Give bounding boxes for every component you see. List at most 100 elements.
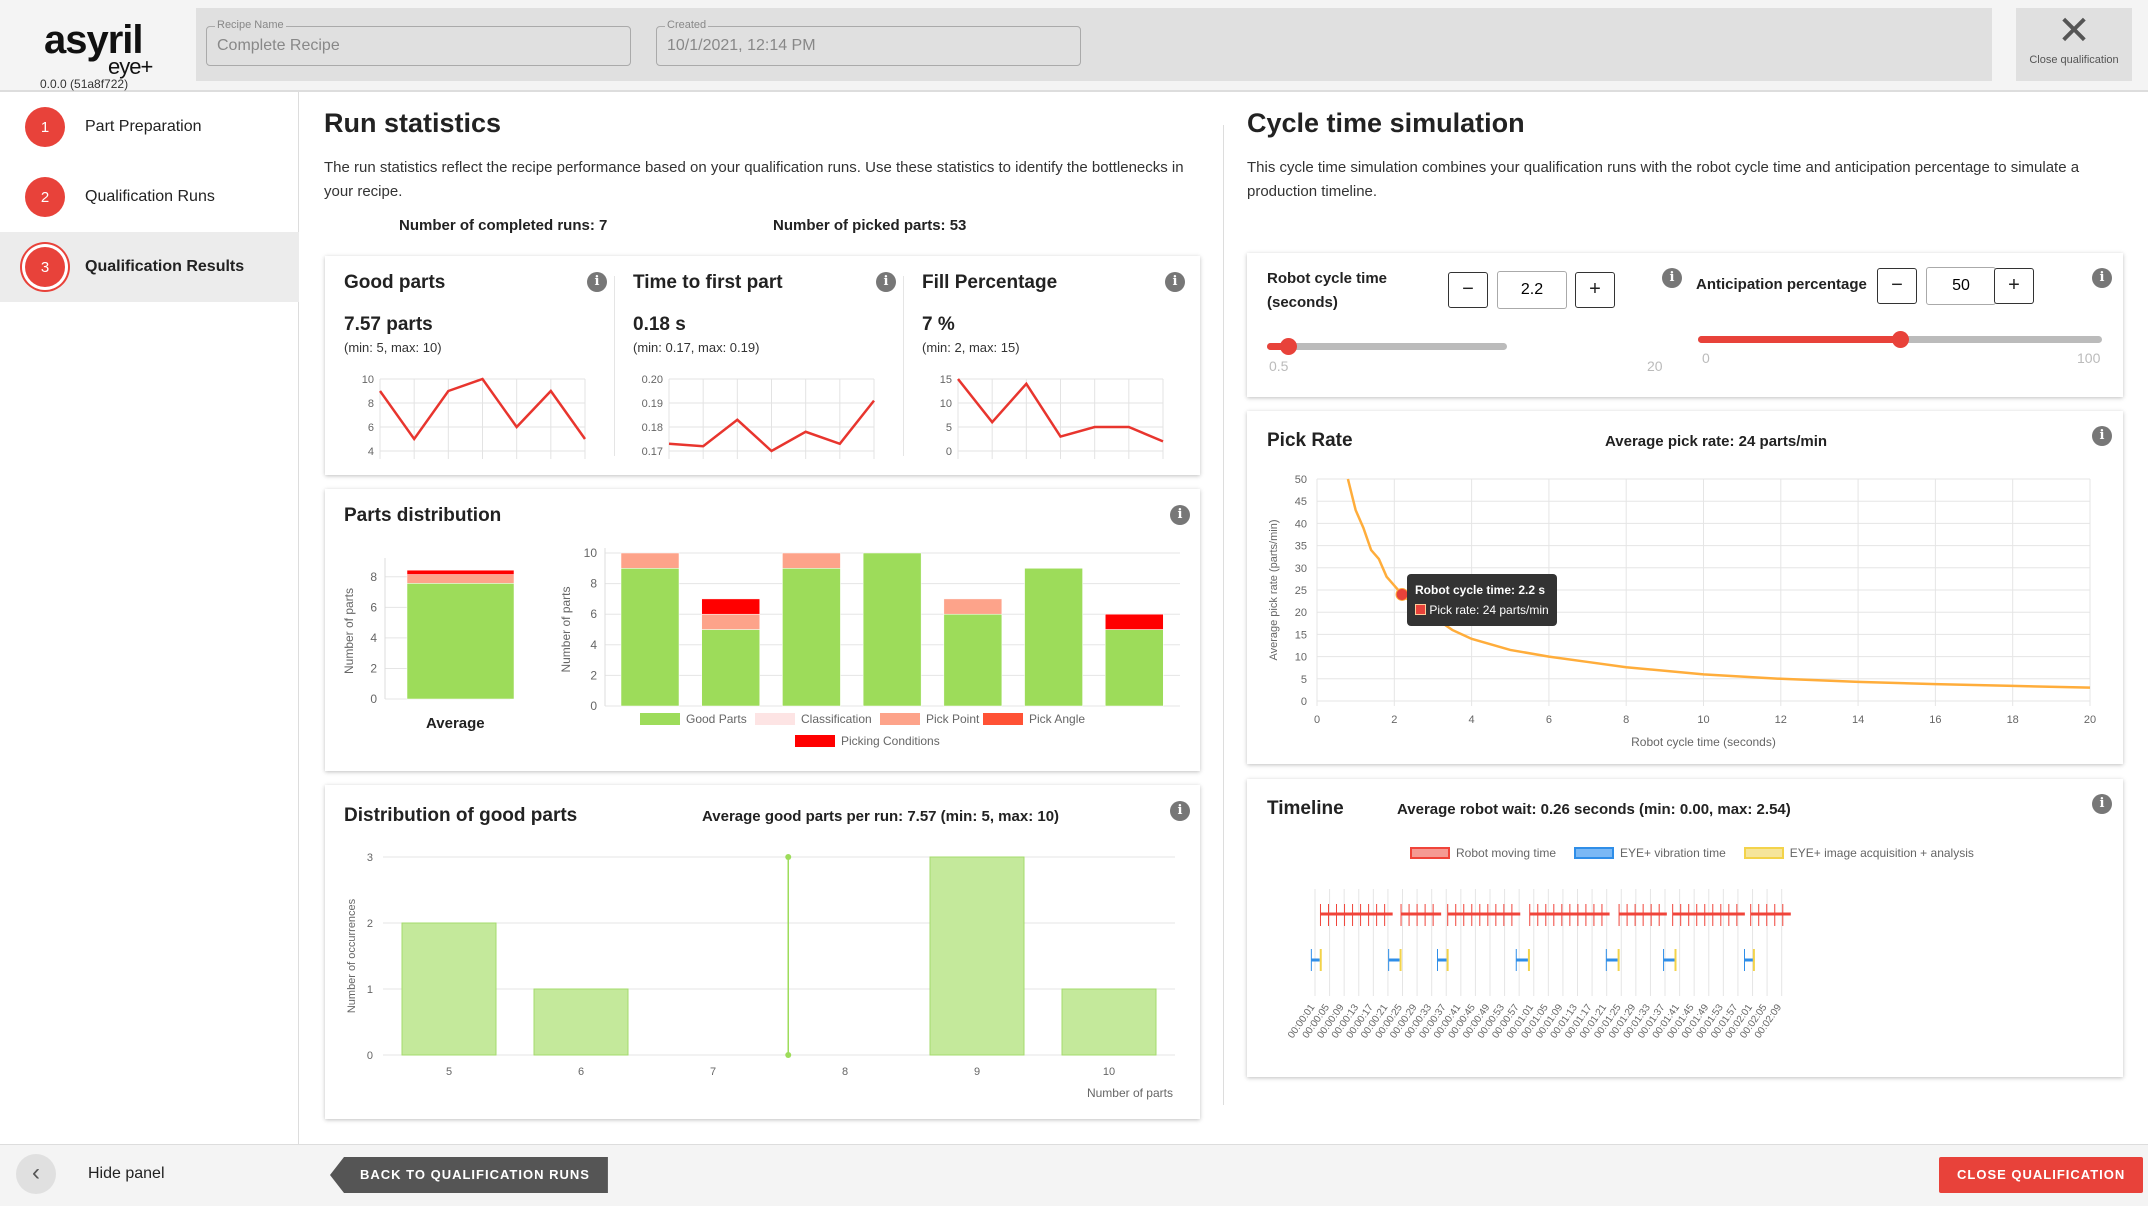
legend-swatch <box>640 713 680 725</box>
recipe-info-bar: Recipe Name Complete Recipe Created 10/1/2… <box>196 8 1992 81</box>
run-statistics-title: Run statistics <box>324 108 502 138</box>
histogram-bar <box>401 922 497 1056</box>
robot-cycle-label: Robot cycle time (seconds) <box>1267 270 1388 311</box>
step-number: 2 <box>25 177 65 217</box>
good-distribution-summary: Average good parts per run: 7.57 (min: 5… <box>702 808 1060 825</box>
axis-title: Robot cycle time (seconds) <box>1631 735 1776 749</box>
info-icon[interactable]: i <box>876 272 896 292</box>
anticipation-slider-fill <box>1698 336 1900 343</box>
anticipation-input[interactable] <box>1926 267 1996 305</box>
legend-label: Classification <box>801 712 872 726</box>
logo: asyril eye+ <box>44 18 153 79</box>
tick-label: 9 <box>974 1066 980 1078</box>
parts-distribution-chart: 0 2 4 6 8 Number of parts 0 2 4 6 8 10 Number of par… <box>342 546 1180 713</box>
robot-cycle-slider-thumb[interactable] <box>1279 338 1297 355</box>
tick-label: 8 <box>1623 714 1629 726</box>
tick-label: 4 <box>590 638 597 652</box>
tick-label: 50 <box>1295 474 1307 486</box>
back-to-runs-button[interactable]: BACK TO QUALIFICATION RUNS <box>330 1157 608 1193</box>
info-icon[interactable]: i <box>1170 801 1190 821</box>
robot-cycle-input[interactable] <box>1497 271 1567 309</box>
mini-line-chart: 0.17 0.18 0.19 0.20 <box>642 374 875 459</box>
tick-label: 0 <box>590 699 597 713</box>
robot-cycle-slider[interactable] <box>1267 343 1507 350</box>
step-label: Qualification Runs <box>85 188 215 205</box>
acquisition-segment <box>1752 949 1755 971</box>
tick-label: 35 <box>1295 541 1307 553</box>
mini-card-range: (min: 0.17, max: 0.19) <box>633 340 760 355</box>
legend-swatch <box>755 713 795 725</box>
robot-cycle-min: 0.5 <box>1269 358 1289 374</box>
tick-label: 4 <box>1469 714 1475 726</box>
acquisition-segment <box>1319 949 1322 971</box>
anticipation-increment-button[interactable]: + <box>1994 268 2034 304</box>
robot-cycle-increment-button[interactable]: + <box>1575 272 1615 308</box>
picked-parts: Number of picked parts: 53 <box>773 217 967 234</box>
run-bar-pick-point <box>943 598 1003 615</box>
mini-card-range: (min: 5, max: 10) <box>344 340 442 355</box>
info-icon[interactable]: i <box>587 272 607 292</box>
recipe-name-field[interactable]: Recipe Name Complete Recipe <box>206 19 631 66</box>
pick-rate-tooltip: Robot cycle time: 2.2 s Pick rate: 24 pa… <box>1407 574 1557 626</box>
sidebar-item-qualification-results[interactable]: 3 Qualification Results <box>0 232 299 302</box>
cycle-simulation-description: This cycle time simulation combines your… <box>1247 159 2080 200</box>
version-label: 0.0.0 (51a8f722) <box>40 77 129 91</box>
parts-distribution-title: Parts distribution <box>344 505 502 526</box>
recipe-name-value: Complete Recipe <box>217 37 340 54</box>
card-divider <box>614 276 615 456</box>
anticipation-max: 100 <box>2077 350 2101 366</box>
anticipation-decrement-button[interactable]: − <box>1877 268 1917 304</box>
tick-label: 0 <box>1301 696 1307 708</box>
close-qualification-footer-button[interactable]: CLOSE QUALIFICATION <box>1939 1157 2144 1193</box>
robot-cycle-decrement-button[interactable]: − <box>1448 272 1488 308</box>
mini-card-title: Time to first part <box>633 272 783 293</box>
hide-panel-button[interactable]: ‹ <box>16 1154 56 1194</box>
info-icon[interactable]: i <box>1165 272 1185 292</box>
sidebar-item-qualification-runs[interactable]: 2 Qualification Runs <box>0 162 299 232</box>
run-bar-good-parts <box>1105 629 1164 707</box>
tick-label: 6 <box>1546 714 1552 726</box>
tick-label: 0.17 <box>642 446 663 458</box>
chevron-left-icon: ‹ <box>32 1159 40 1186</box>
timeline-card: Timeline Average robot wait: 0.26 second… <box>1247 779 2123 1077</box>
tick-label: 16 <box>1929 714 1941 726</box>
tick-label: 5 <box>946 422 952 434</box>
info-icon[interactable]: i <box>1170 505 1190 525</box>
parts-distribution-card: Parts distribution i 0 2 4 6 8 Number of part… <box>325 489 1200 771</box>
acquisition-segment <box>1527 949 1530 971</box>
legend-swatch <box>795 735 835 747</box>
tick-label: 14 <box>1852 714 1864 726</box>
info-icon[interactable]: i <box>2092 268 2112 288</box>
tooltip-title: Robot cycle time: 2.2 s <box>1415 583 1546 597</box>
legend-item: Picking Conditions <box>795 734 940 748</box>
hide-panel-label[interactable]: Hide panel <box>88 1165 165 1183</box>
tick-label: 0.20 <box>642 374 663 386</box>
acquisition-segment <box>1617 949 1620 971</box>
tick-label: 10 <box>584 546 598 560</box>
anticipation-slider-thumb[interactable] <box>1892 331 1909 348</box>
tick-label: 2 <box>1391 714 1397 726</box>
close-qualification-button[interactable]: ✕ Close qualification <box>2016 8 2132 81</box>
minus-icon: − <box>1462 278 1474 300</box>
info-icon[interactable]: i <box>1662 268 1682 288</box>
run-bar-pick-point <box>782 552 841 569</box>
average-marker <box>785 1052 792 1058</box>
tick-label: 25 <box>1295 585 1307 597</box>
footer-bar <box>0 1144 2148 1206</box>
run-bar-good-parts <box>701 629 760 707</box>
tick-label: 5 <box>446 1066 452 1078</box>
average-label: Average <box>426 715 485 732</box>
tick-label: 3 <box>367 852 373 864</box>
timeline-chart: 00:00:0100:00:0500:00:0900:00:1300:00:17… <box>1286 889 1791 1041</box>
sidebar-item-part-preparation[interactable]: 1 Part Preparation <box>0 92 299 162</box>
tick-label: 10 <box>362 374 374 386</box>
run-bar-good-parts <box>943 613 1003 707</box>
step-label: Qualification Results <box>85 258 245 275</box>
average-bar-picking-conditions <box>406 569 515 575</box>
tick-label: 20 <box>2084 714 2096 726</box>
tick-label: 0.18 <box>642 422 663 434</box>
completed-runs: Number of completed runs: 7 <box>399 217 608 234</box>
run-bar-good-parts <box>1024 568 1083 707</box>
created-field[interactable]: Created 10/1/2021, 12:14 PM <box>656 19 1081 66</box>
anticipation-label: Anticipation percentage <box>1696 276 1867 293</box>
